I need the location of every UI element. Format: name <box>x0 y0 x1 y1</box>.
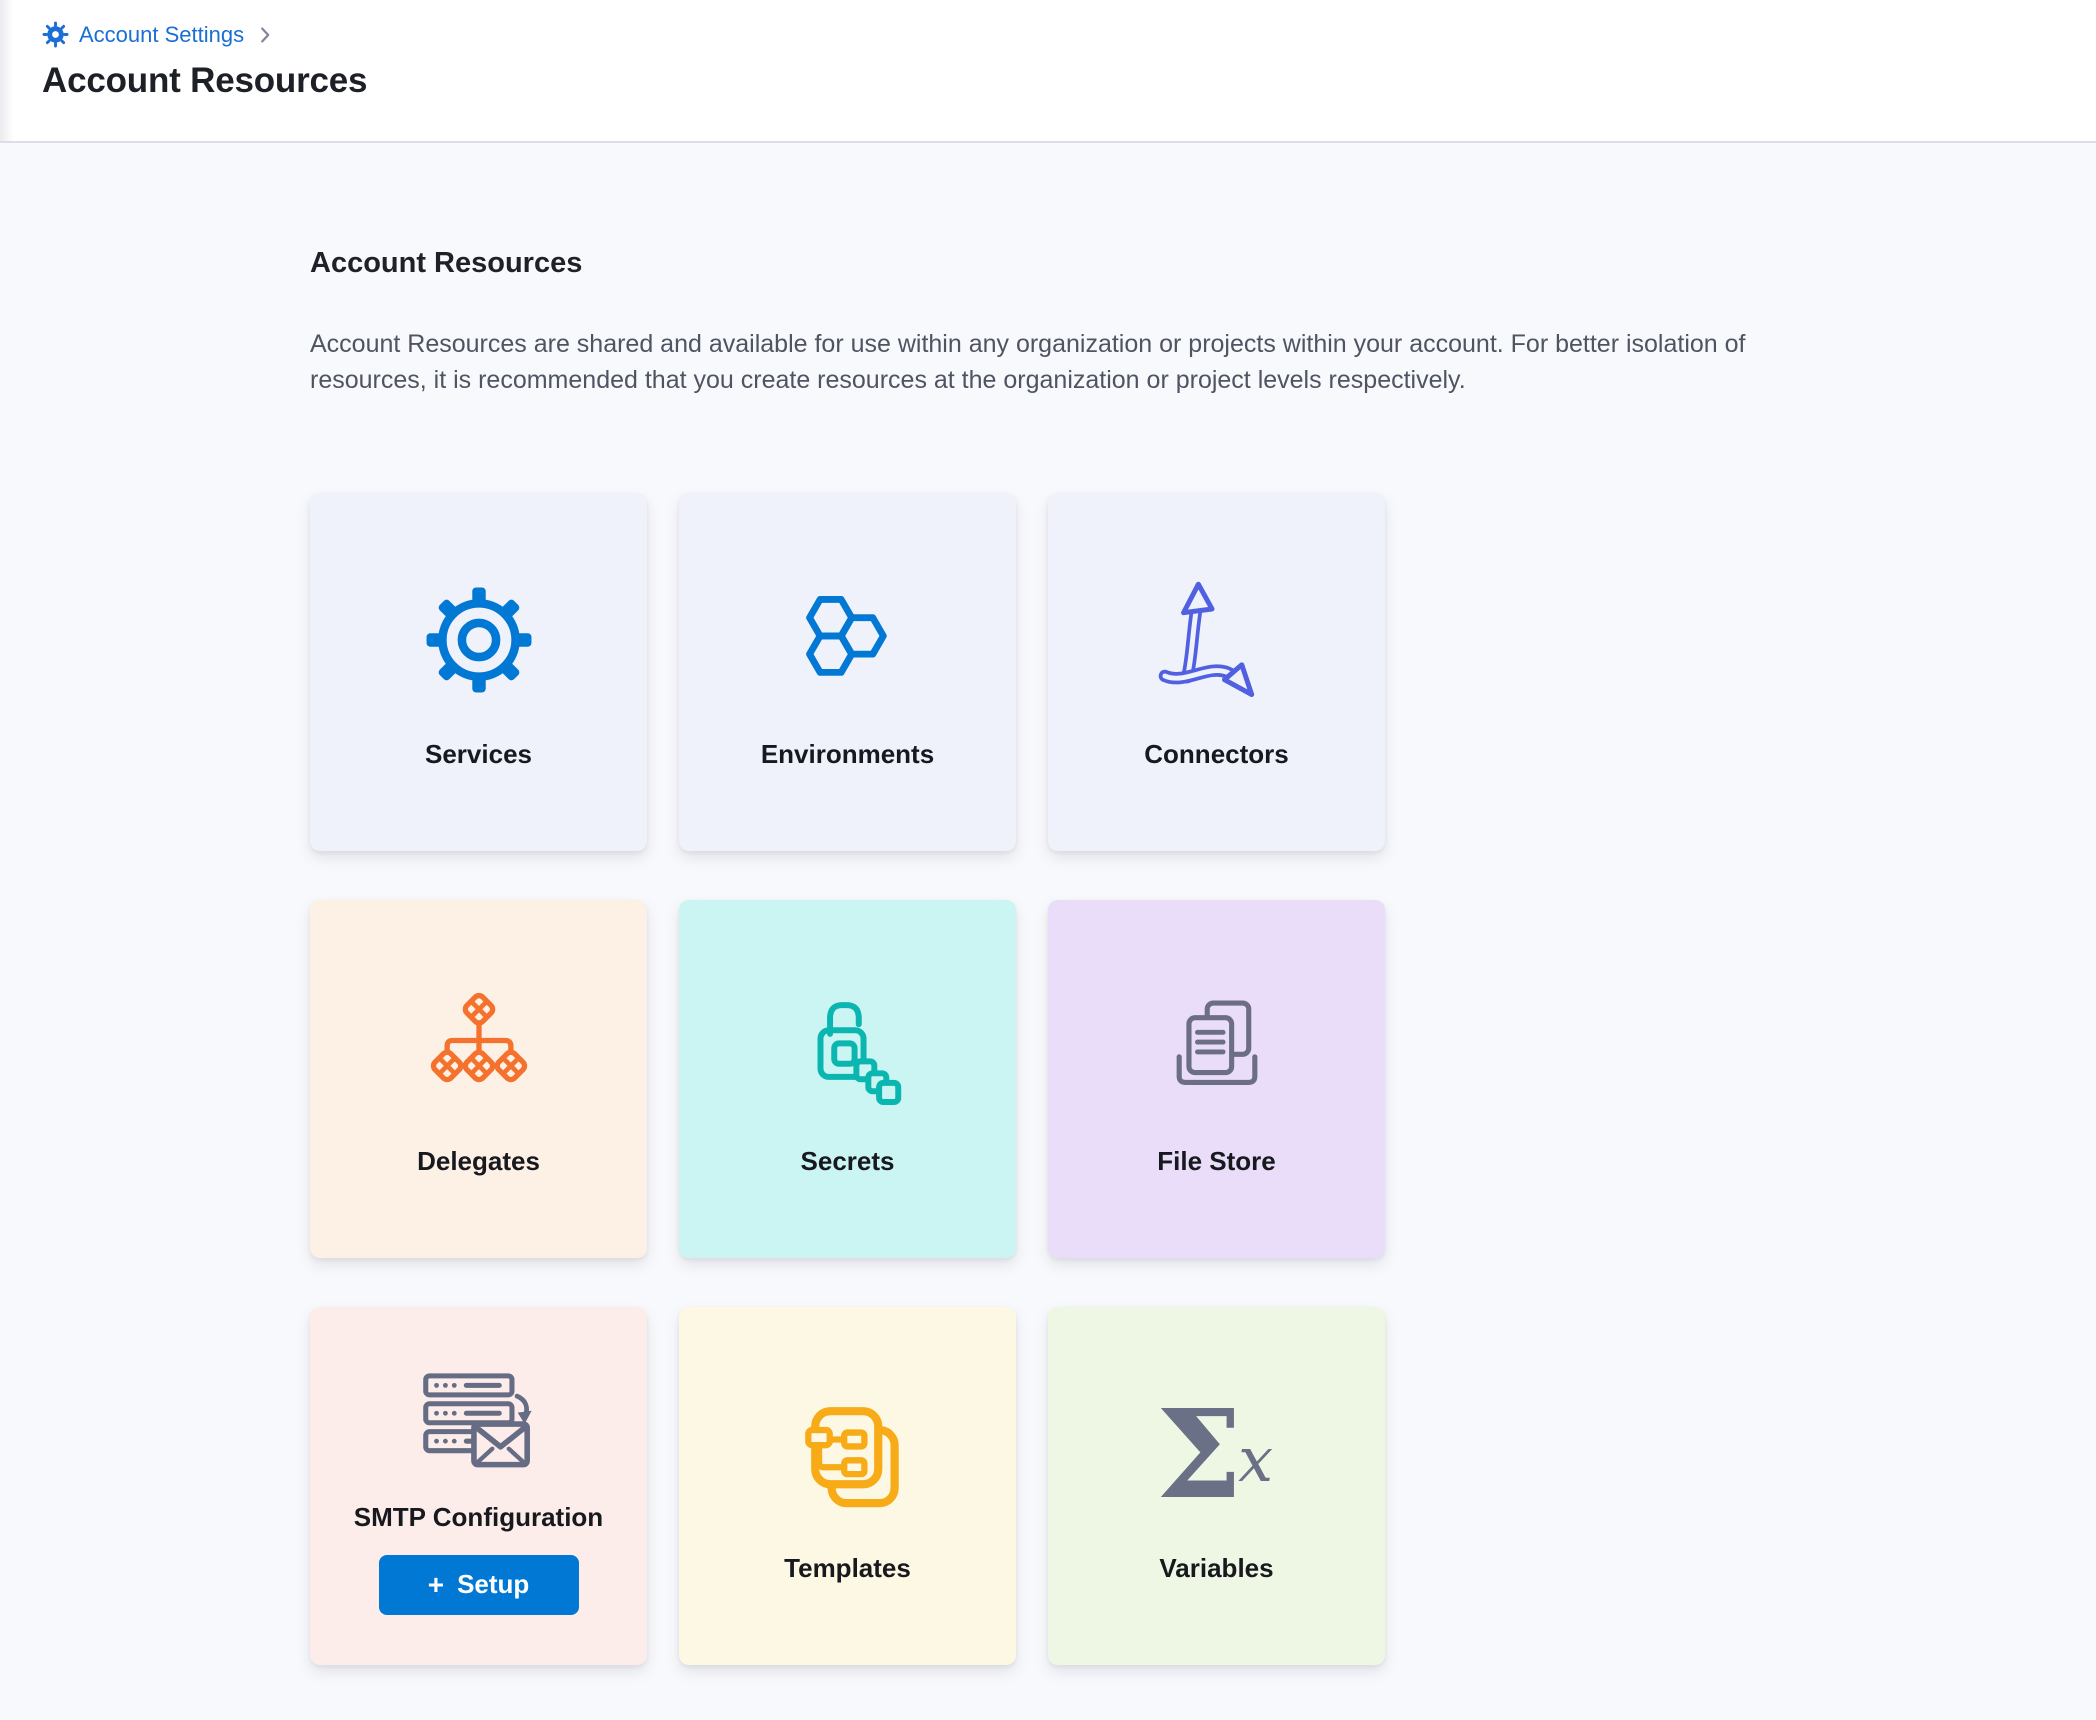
secrets-lock-icon <box>787 982 909 1112</box>
card-environments[interactable]: Environments <box>679 493 1016 851</box>
card-services[interactable]: Services <box>310 493 647 851</box>
breadcrumb-chevron-icon <box>254 24 276 46</box>
card-label: Variables <box>1159 1553 1273 1584</box>
delegates-network-icon <box>420 982 538 1112</box>
services-gear-icon <box>418 575 540 705</box>
card-templates[interactable]: Templates <box>679 1307 1016 1665</box>
templates-icon <box>785 1389 911 1519</box>
card-label: Secrets <box>801 1146 895 1177</box>
page-title: Account Resources <box>42 61 2096 101</box>
sigma-x-glyph: x <box>1238 1429 1273 1491</box>
card-label: Environments <box>761 739 934 770</box>
resource-cards-grid: Services Environments <box>310 493 2096 1665</box>
breadcrumb-link-account-settings[interactable]: Account Settings <box>79 22 244 48</box>
card-smtp-configuration[interactable]: SMTP Configuration + Setup <box>310 1307 647 1665</box>
page-header: Account Settings Account Resources <box>0 0 2096 143</box>
card-label: Delegates <box>417 1146 540 1177</box>
smtp-server-mail-icon <box>408 1358 550 1486</box>
account-settings-gear-icon <box>42 21 69 48</box>
section-title: Account Resources <box>310 247 2096 280</box>
environments-hexagons-icon <box>786 575 910 705</box>
sigma-glyph: Σ <box>1156 1393 1242 1515</box>
card-label: File Store <box>1157 1146 1275 1177</box>
card-secrets[interactable]: Secrets <box>679 900 1016 1258</box>
connectors-arrows-icon <box>1155 575 1279 705</box>
section-description: Account Resources are shared and availab… <box>310 326 1755 398</box>
card-file-store[interactable]: File Store <box>1048 900 1385 1258</box>
card-variables[interactable]: Σ x Variables <box>1048 1307 1385 1665</box>
content: Account Resources Account Resources are … <box>0 143 2096 1665</box>
card-connectors[interactable]: Connectors <box>1048 493 1385 851</box>
variables-sigma-icon: Σ x <box>1156 1389 1277 1519</box>
smtp-setup-button[interactable]: + Setup <box>379 1555 579 1615</box>
card-label: Templates <box>784 1553 911 1584</box>
breadcrumb: Account Settings <box>42 21 2096 48</box>
card-label: Services <box>425 739 532 770</box>
card-delegates[interactable]: Delegates <box>310 900 647 1258</box>
setup-button-label: Setup <box>457 1569 529 1600</box>
card-label: Connectors <box>1144 739 1288 770</box>
plus-icon: + <box>428 1571 444 1599</box>
card-label: SMTP Configuration <box>354 1502 603 1533</box>
file-store-documents-icon <box>1156 982 1278 1112</box>
